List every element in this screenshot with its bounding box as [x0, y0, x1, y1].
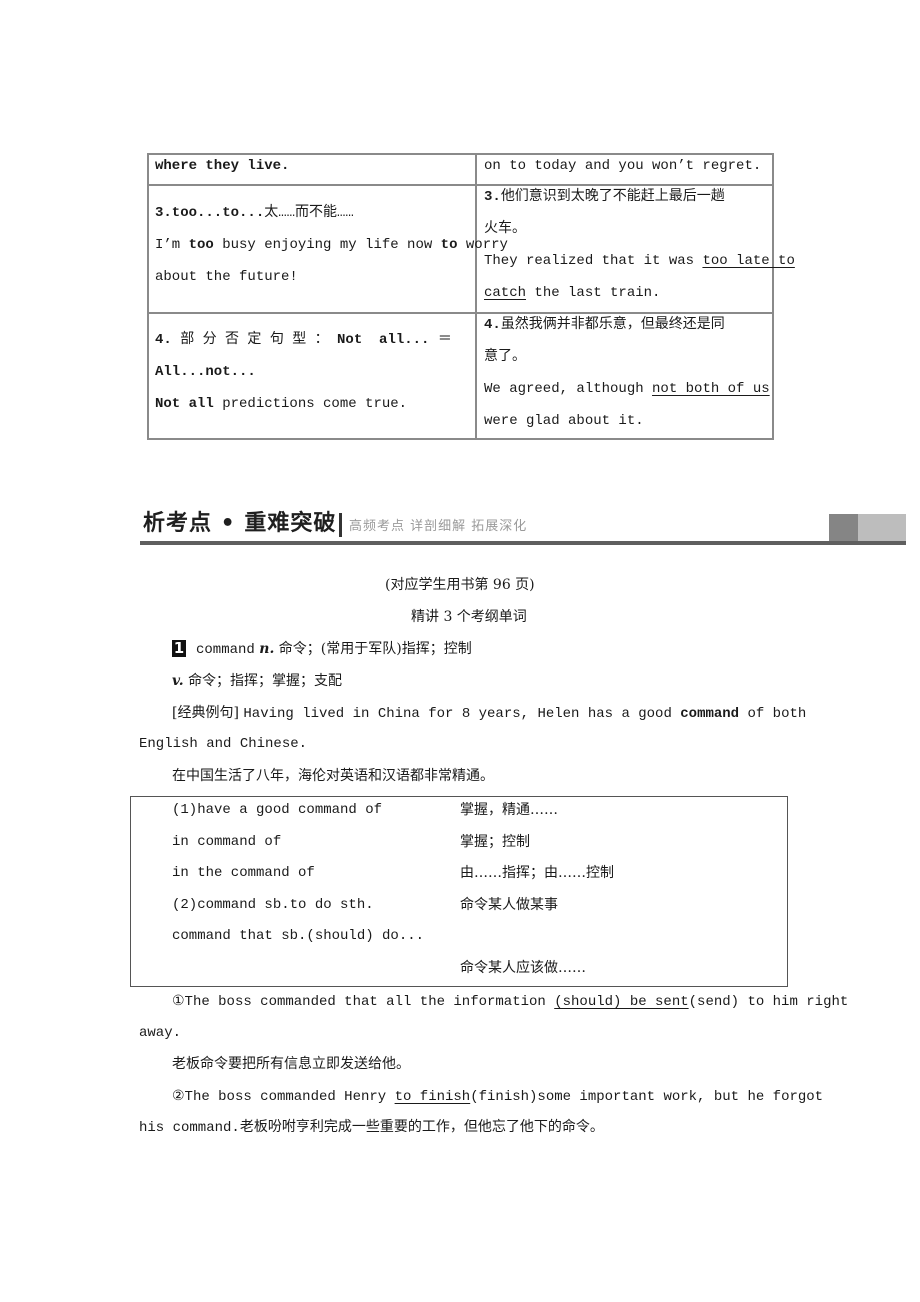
exercise-2-line-2: his command.老板吩咐亨利完成一些重要的工作，但他忘了他下的命令。 [139, 1120, 604, 1136]
entry-word: command [196, 642, 255, 658]
table-cell-line: 意了。 [484, 348, 526, 366]
cell-text: 4. [484, 317, 501, 333]
cell-text: 虽然我俩并非都乐意，但最终还是同 [500, 317, 725, 333]
table-cell-line: Not all predictions come true. [155, 395, 407, 413]
table-cell-line: were glad about it. [484, 412, 644, 430]
cell-text: 火车。 [484, 221, 526, 237]
exercise-1-line-1: ①The boss commanded that all the informa… [172, 992, 848, 1011]
table-border-row1 [147, 184, 774, 186]
table-border-right [772, 153, 774, 440]
example-text-after: of both [739, 706, 807, 722]
cell-text: worry [457, 237, 508, 253]
table-border-top [147, 153, 774, 155]
table-border-mid [475, 153, 477, 440]
example-keyword: command [680, 706, 740, 722]
entry-number-badge: 1 [172, 639, 186, 657]
table-cell-line: 火车。 [484, 220, 526, 238]
cell-text: Not all... [337, 332, 438, 348]
cell-text: 他们意识到太晚了不能赶上最后一趟 [500, 189, 725, 205]
header-decor-light [858, 514, 906, 541]
phrase-meaning: 由……指挥；由……控制 [460, 865, 614, 881]
cell-text: the last train. [526, 285, 661, 301]
table-cell-line: 3.他们意识到太晚了不能赶上最后一趟 [484, 188, 725, 206]
entry-meaning-noun: 命令；(常用于军队)指挥；控制 [278, 641, 472, 657]
example-tag: [经典例句] [172, 705, 239, 721]
table-cell-line: catch the last train. [484, 284, 660, 302]
entry-noun-line: command n. 命令；(常用于军队)指挥；控制 [196, 640, 472, 659]
exercise-1-answer: (should) be sent [554, 994, 689, 1010]
cell-text: on to today and you won’t regret. [484, 158, 762, 174]
phrase-english: (2)command sb.to do sth. [172, 896, 374, 913]
exercise-1-translation: 老板命令要把所有信息立即发送给他。 [172, 1056, 410, 1072]
phrase-meaning: 命令某人应该做…… [460, 959, 586, 976]
phrase-english: in command of [172, 833, 282, 850]
table-cell-line: We agreed, although not both of us [484, 380, 770, 398]
table-cell-line: I’m too busy enjoying my life now to wor… [155, 236, 508, 254]
exercise-2-text-after: (finish)some important work, but he forg… [470, 1089, 824, 1105]
phrase-english: in the command of [172, 865, 315, 881]
cell-text: All...not... [155, 364, 256, 380]
entry-verb-line: v. 命令；指挥；掌握；支配 [172, 672, 342, 690]
cell-text: We agreed, although [484, 381, 653, 397]
cell-text: too [188, 237, 214, 253]
section-divider [339, 513, 342, 537]
cell-text: 太……而不能…… [264, 205, 354, 221]
cell-text: were glad about it. [484, 413, 644, 429]
example-line-2: English and Chinese. [139, 736, 308, 752]
phrase-meaning: 掌握，精通…… [460, 802, 558, 818]
cell-text: Not all [155, 396, 214, 412]
section-rule [140, 541, 906, 545]
table-cell-line: on to today and you won’t regret. [484, 157, 761, 175]
table-cell-line: 4. 部 分 否 定 句 型 ： Not all... ＝ [155, 331, 452, 349]
table-cell-line: 4.虽然我俩并非都乐意，但最终还是同 [484, 316, 725, 334]
cell-text: 意了。 [484, 349, 526, 365]
cell-text: 3.too...to... [155, 205, 265, 221]
cell-text: I’m [155, 237, 189, 253]
answer-underlined: too late to [702, 253, 795, 269]
exercise-1-line-2: away. [139, 1025, 182, 1041]
table-border-row2 [147, 312, 774, 314]
cell-text: about the future! [155, 269, 298, 285]
exercise-2-line-1: ②The boss commanded Henry to finish(fini… [172, 1087, 823, 1106]
header-decor-dark [829, 514, 858, 541]
cell-text: predictions come true. [213, 396, 408, 412]
exercise-2-text-before: ②The boss commanded Henry [172, 1089, 395, 1105]
section-subtitle: 高频考点 详剖细解 拓展深化 [349, 519, 528, 534]
cell-text: to [440, 237, 458, 253]
phrase-english: command that sb.(should) do... [172, 928, 425, 944]
cell-text: busy enjoying my life now [213, 237, 441, 253]
page-reference: (对应学生用书第 96 页) [385, 577, 535, 593]
table-border-bottom [147, 438, 774, 440]
cell-text: 部 分 否 定 句 型 ： [180, 332, 338, 348]
phrase-box [130, 796, 788, 987]
phrase-meaning: 掌握；控制 [460, 833, 530, 850]
cell-text: 3. [484, 189, 501, 205]
table-cell-line: 3.too...to...太……而不能…… [155, 204, 354, 222]
table-border-left [147, 153, 149, 440]
cell-text: 4. [155, 332, 181, 348]
cell-text: They realized that it was [484, 253, 703, 269]
entry-meaning-verb: 命令；指挥；掌握；支配 [188, 673, 343, 689]
exercise-2-answer: to finish [394, 1089, 471, 1105]
entry-pos-noun: n. [259, 641, 275, 657]
phrase-english: (1)have a good command of [172, 802, 383, 818]
subsection-heading: 精讲 3 个考纲单词 [411, 609, 527, 625]
example-translation: 在中国生活了八年，海伦对英语和汉语都非常精通。 [172, 768, 494, 784]
exercise-1-text-after: (send) to him right [688, 994, 849, 1010]
cell-text: ＝ [437, 332, 452, 348]
table-cell-line: about the future! [155, 268, 298, 286]
cell-text: where they live. [155, 158, 290, 174]
table-cell-line: They realized that it was too late to [484, 252, 795, 270]
table-cell-line: All...not... [155, 363, 256, 381]
exercise-1-text-before: ①The boss commanded that all the informa… [172, 994, 555, 1010]
example-text-before: Having lived in China for 8 years, Helen… [243, 706, 681, 722]
answer-underlined: not both of us [652, 381, 770, 397]
section-title: 析考点 • 重难突破 [143, 511, 337, 536]
entry-pos-verb: v. [172, 673, 184, 689]
phrase-meaning: 命令某人做某事 [460, 896, 558, 913]
table-cell-line: where they live. [155, 157, 289, 175]
example-line-1: [经典例句] Having lived in China for 8 years… [172, 704, 806, 723]
answer-underlined: catch [484, 285, 527, 301]
